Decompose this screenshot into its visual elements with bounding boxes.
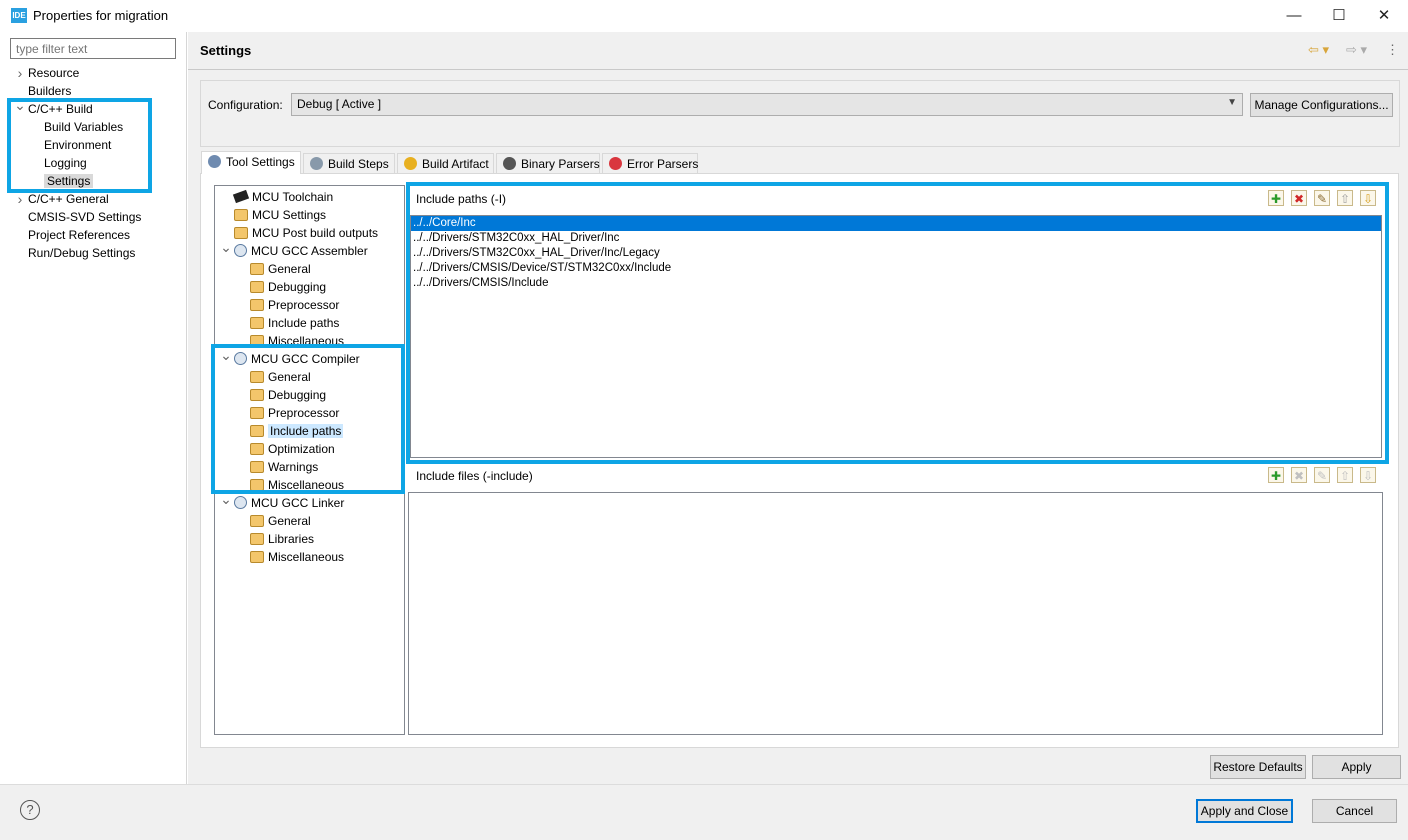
tool-tree-item-label: MCU Toolchain [252,190,334,204]
tool-icon [234,496,247,509]
tool-tree-item-general[interactable]: General [250,512,311,530]
binary-icon [503,157,516,170]
tool-tree-item-label: MCU Post build outputs [252,226,379,240]
tool-icon [234,244,247,257]
error-icon [609,157,622,170]
build-steps-icon [310,157,323,170]
tool-tree-item-label: Libraries [268,532,315,546]
close-button[interactable]: ✕ [1362,4,1406,28]
tree-item-label: Project References [28,228,131,242]
help-icon[interactable]: ? [20,800,40,820]
folder-settings-icon [250,515,264,527]
configuration-value: Debug [ Active ] [297,97,382,111]
tab-label: Build Steps [328,157,389,171]
folder-settings-icon [250,299,264,311]
configuration-select[interactable]: Debug [ Active ] ▼ [291,93,1243,116]
forward-icon[interactable]: ⇨ ▾ [1346,42,1367,58]
tab-build-artifact[interactable]: Build Artifact [397,153,494,174]
apply-and-close-button[interactable]: Apply and Close [1196,799,1293,823]
tab-label: Error Parsers [627,157,699,171]
manage-configurations-button[interactable]: Manage Configurations... [1250,93,1393,117]
highlight-compiler-section [211,344,405,494]
tree-item-cmsis-svd-settings[interactable]: CMSIS-SVD Settings [28,208,141,226]
restore-defaults-button[interactable]: Restore Defaults [1210,755,1306,779]
tool-tree-item-label: MCU GCC Assembler [251,244,368,258]
tool-tree-item-label: MCU Settings [252,208,327,222]
highlight-include-paths [406,182,1389,464]
tab-error-parsers[interactable]: Error Parsers [602,153,698,174]
tool-tree-item-libraries[interactable]: Libraries [250,530,314,548]
edit-icon[interactable]: ✎ [1314,467,1330,483]
filter-input[interactable] [10,38,176,59]
title-bar: IDE Properties for migration — ☐ ✕ [0,0,1408,32]
tool-tree-item-label: General [268,262,311,276]
tool-tree-item-mcu-post-build-outputs[interactable]: MCU Post build outputs [234,224,378,242]
minimize-button[interactable]: — [1272,4,1316,28]
back-icon[interactable]: ⇦ ▾ [1308,42,1329,58]
maximize-button[interactable]: ☐ [1317,4,1361,28]
tree-item-project-references[interactable]: Project References [28,226,130,244]
tab-binary-parsers[interactable]: Binary Parsers [496,153,600,174]
tool-tree-item-mcu-toolchain[interactable]: MCU Toolchain [232,188,334,206]
window-title: Properties for migration [33,8,169,23]
include-files-label: Include files (-include) [416,469,533,483]
folder-settings-icon [234,209,248,221]
tree-item-resource[interactable]: Resource [28,64,79,82]
tool-tree-item-mcu-gcc-linker[interactable]: MCU GCC Linker [234,494,344,512]
folder-settings-icon [250,281,264,293]
folder-settings-icon [250,551,264,563]
folder-settings-icon [250,263,264,275]
tool-settings-icon [208,155,221,168]
delete-icon[interactable]: ✖ [1291,467,1307,483]
configuration-label: Configuration: [208,98,283,112]
tree-item-label: Builders [28,84,72,98]
chevron-right-icon[interactable]: › [14,65,26,81]
apply-button[interactable]: Apply [1312,755,1401,779]
tool-tree-item-label: Include paths [268,316,340,330]
folder-settings-icon [234,227,248,239]
tool-tree-item-label: General [268,514,311,528]
tool-tree-item-label: Preprocessor [268,298,340,312]
menu-icon[interactable]: ⋮ [1386,42,1399,58]
move-up-icon[interactable]: ⇧ [1337,467,1353,483]
tab-label: Binary Parsers [521,157,600,171]
add-icon[interactable]: ✚ [1268,467,1284,483]
trophy-icon [404,157,417,170]
tool-tree-item-preprocessor[interactable]: Preprocessor [250,296,339,314]
folder-settings-icon [250,317,264,329]
tree-item-label: Resource [28,66,80,80]
chevron-down-icon[interactable]: ⌄ [14,97,26,114]
chevron-right-icon[interactable]: › [14,191,26,207]
tree-item-label: CMSIS-SVD Settings [28,210,142,224]
tool-tree-item-general[interactable]: General [250,260,311,278]
chip-icon [232,189,250,204]
tree-item-label: C/C++ General [28,192,109,206]
tool-tree-item-miscellaneous[interactable]: Miscellaneous [250,548,344,566]
tab-build-steps[interactable]: Build Steps [303,153,395,174]
move-down-icon[interactable]: ⇩ [1360,467,1376,483]
tree-item-label: Run/Debug Settings [28,246,136,260]
page-title: Settings [200,43,252,58]
tab-label: Build Artifact [422,157,489,171]
tree-item-run-debug-settings[interactable]: Run/Debug Settings [28,244,135,262]
tool-tree-item-label: Miscellaneous [268,550,345,564]
chevron-down-icon[interactable]: ⌄ [220,239,232,256]
chevron-down-icon: ▼ [1227,97,1237,108]
tab-label: Tool Settings [226,155,295,169]
highlight-build-section [7,98,152,193]
cancel-button[interactable]: Cancel [1312,799,1397,823]
tool-tree-item-mcu-gcc-assembler[interactable]: MCU GCC Assembler [234,242,368,260]
tool-tree-item-label: MCU GCC Linker [251,496,345,510]
app-icon: IDE [11,8,27,23]
tool-tree-item-mcu-settings[interactable]: MCU Settings [234,206,326,224]
tool-tree-item-label: Debugging [268,280,327,294]
header-separator [188,69,1408,70]
tool-tree-item-debugging[interactable]: Debugging [250,278,326,296]
folder-settings-icon [250,533,264,545]
tab-tool-settings[interactable]: Tool Settings [201,151,301,174]
include-files-list[interactable] [408,492,1383,735]
tool-tree-item-include-paths[interactable]: Include paths [250,314,339,332]
